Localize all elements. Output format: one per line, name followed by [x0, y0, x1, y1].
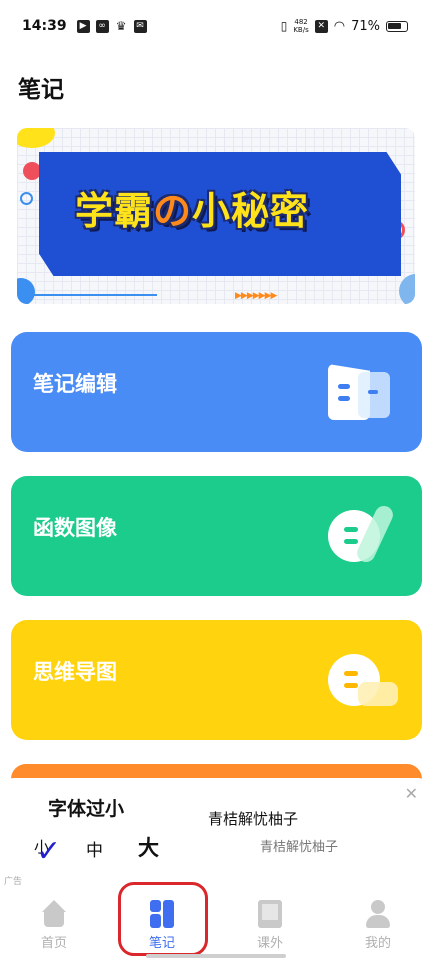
tab-home-label: 首页 — [40, 936, 67, 951]
document-icon — [328, 360, 392, 424]
card-function-graph[interactable]: 函数图像 — [11, 476, 422, 596]
status-time: 14:39 — [22, 18, 67, 34]
chat-bubble-icon — [328, 503, 396, 568]
card-note-edit[interactable]: 笔记编辑 — [11, 332, 422, 452]
card-note-edit-label: 笔记编辑 — [33, 372, 117, 396]
net-speed-value: 482 — [294, 18, 308, 26]
checkmark-icon: ✓ — [36, 834, 62, 869]
banner-text-no: の — [153, 189, 193, 233]
banner-text-a: 学霸 — [75, 189, 154, 233]
close-icon[interactable]: ✕ — [405, 784, 418, 803]
status-bar: 14:39 ▶ ∞ ♛ ✉ ▯ 482 KB/s ✕ ◠ 71% — [0, 0, 432, 52]
bubble-dash — [344, 539, 358, 544]
red-dot-icon — [23, 162, 41, 180]
banner[interactable]: 学霸の小秘密 ▶▶▶▶▶▶▶ — [17, 128, 415, 304]
home-icon — [40, 900, 68, 928]
home-indicator — [146, 954, 286, 958]
highlight-box — [118, 882, 208, 956]
font-option-large[interactable]: 大 — [138, 832, 159, 862]
net-speed: 482 KB/s — [293, 18, 308, 34]
page-title: 笔记 — [18, 77, 64, 103]
card-function-graph-label: 函数图像 — [33, 516, 117, 540]
ad-title[interactable]: 青桔解忧柚子 — [208, 808, 298, 829]
tab-home[interactable]: 首页 — [0, 886, 108, 964]
app-icon: ∞ — [95, 19, 109, 33]
sim-off-icon: ✕ — [314, 19, 328, 33]
tab-extracurricular-label: 课外 — [256, 936, 283, 951]
play-icon: ▶ — [76, 19, 90, 33]
blue-ring-icon — [20, 192, 33, 205]
doc-line — [338, 384, 350, 389]
mail-icon: ✉ — [133, 19, 147, 33]
tab-mine-label: 我的 — [364, 936, 391, 951]
wifi-icon: ◠ — [333, 18, 346, 34]
bubble-dash — [344, 671, 358, 676]
ad-subtitle[interactable]: 青桔解忧柚子 — [260, 836, 338, 855]
popup-title: 字体过小 — [48, 798, 125, 820]
doc-line — [368, 390, 378, 394]
banner-text-b: 小秘密 — [192, 189, 310, 233]
banner-text: 学霸の小秘密 — [75, 180, 309, 235]
arrow-deco-icon: ▶▶▶▶▶▶▶ — [235, 291, 277, 301]
doc-line — [338, 396, 350, 401]
font-option-medium[interactable]: 中 — [86, 836, 103, 861]
user-icon — [364, 900, 392, 928]
card-mind-map[interactable]: 思维导图 — [11, 620, 422, 740]
net-speed-unit: KB/s — [293, 26, 309, 34]
vibrate-icon: ▯ — [280, 19, 288, 33]
wave-icon — [358, 682, 398, 706]
status-right: ▯ 482 KB/s ✕ ◠ 71% — [281, 18, 408, 34]
tab-mine[interactable]: 我的 — [324, 886, 432, 964]
tab-extracurricular[interactable]: 课外 — [216, 886, 324, 964]
banner-line — [27, 294, 157, 296]
book-icon — [258, 900, 282, 928]
font-size-popup: 字体过小 小 ✓ 中 大 青桔解忧柚子 青桔解忧柚子 ✕ 广告 — [0, 778, 432, 887]
bottom-tab-bar: 首页 笔记 课外 我的 — [0, 886, 432, 964]
battery-icon — [386, 20, 408, 32]
battery-percent: 71% — [351, 18, 380, 34]
crown-icon: ♛ — [115, 18, 127, 33]
bubble-dash — [344, 527, 358, 532]
chat-bubble-icon — [328, 648, 398, 712]
status-left: 14:39 ▶ ∞ ♛ ✉ — [22, 18, 147, 34]
card-mind-map-label: 思维导图 — [33, 660, 117, 684]
bubble-dash — [344, 683, 358, 688]
document-back — [358, 372, 390, 418]
